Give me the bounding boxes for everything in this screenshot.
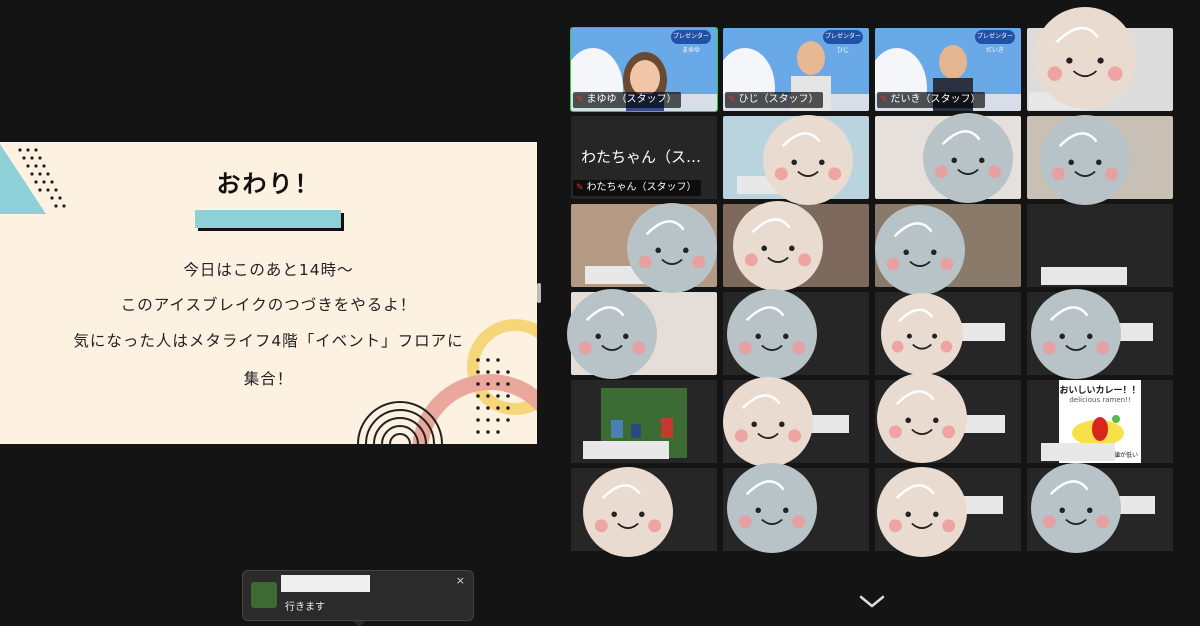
video-tile-participant-21[interactable] <box>571 468 717 551</box>
video-tile-participant-20[interactable]: おいしいカレー！！ delicious ramen!! 価値が低い <box>1027 380 1173 463</box>
participant-name: だいき（スタッフ） <box>890 94 981 105</box>
slide-line-1: 今日はこのあと14時～ <box>183 261 354 279</box>
redacted-name <box>1107 496 1155 514</box>
participant-name-tag: ✎ だいき（スタッフ） <box>877 92 985 108</box>
curry-card-title: おいしいカレー！！ <box>1059 386 1141 396</box>
chat-notification[interactable]: 行きます × <box>242 570 474 626</box>
chat-message: 行きます <box>285 602 325 613</box>
video-tile-hiji[interactable]: プレゼンター ひじ ✎ ひじ（スタッフ） <box>723 28 869 111</box>
video-tile-participant-13[interactable] <box>571 292 717 375</box>
chevron-down-icon[interactable] <box>858 593 886 609</box>
toast-pointer <box>353 621 365 626</box>
mic-muted-icon: ✎ <box>576 94 584 105</box>
slide-title-underline <box>195 210 341 228</box>
video-tile-participant-9[interactable] <box>571 204 717 287</box>
participant-name-tag: ✎ まゆゆ（スタッフ） <box>573 92 681 108</box>
video-tile-participant-16[interactable] <box>1027 292 1173 375</box>
video-tile-daiki[interactable]: プレゼンター だいき ✎ だいき（スタッフ） <box>875 28 1021 111</box>
video-tile-participant-7[interactable] <box>875 116 1021 199</box>
mic-muted-icon: ✎ <box>728 94 736 105</box>
video-tile-participant-10[interactable] <box>723 204 869 287</box>
video-tile-participant-11[interactable] <box>875 204 1021 287</box>
video-tile-participant-4[interactable] <box>1027 28 1173 111</box>
video-tile-participant-22[interactable] <box>723 468 869 551</box>
redacted-name <box>1029 92 1085 110</box>
slide-title: おわり！ <box>216 170 321 198</box>
redacted-name <box>583 441 669 459</box>
video-tile-participant-24[interactable] <box>1027 468 1173 551</box>
video-tile-participant-17[interactable] <box>571 380 717 463</box>
video-tile-participant-15[interactable] <box>875 292 1021 375</box>
participant-big-name: わたちゃん（ス… <box>581 148 702 166</box>
participant-name-tag: ✎ ひじ（スタッフ） <box>725 92 823 108</box>
video-tile-participant-18[interactable] <box>723 380 869 463</box>
redacted-name <box>737 176 807 194</box>
mic-muted-icon: ✎ <box>576 182 584 193</box>
video-tile-mayuyu[interactable]: プレゼンター まゆゆ ✎ まゆゆ（スタッフ） <box>570 27 718 112</box>
redacted-name <box>1097 323 1153 341</box>
participant-name: わたちゃん（スタッフ） <box>586 182 697 193</box>
video-tile-watachan[interactable]: わたちゃん（ス… ✎ わたちゃん（スタッフ） <box>571 116 717 199</box>
shared-slide: おわり！ 今日はこのあと14時～ このアイスブレイクのつづきをやるよ！ 気になっ… <box>0 142 537 444</box>
participant-name: ひじ（スタッフ） <box>738 94 819 105</box>
sender-avatar <box>251 582 277 608</box>
presenter-badge: プレゼンター ひじ <box>823 30 863 54</box>
video-tile-participant-19[interactable] <box>875 380 1021 463</box>
video-tile-participant-6[interactable] <box>723 116 869 199</box>
redacted-name <box>585 266 647 284</box>
video-tile-participant-14[interactable] <box>723 292 869 375</box>
redacted-name <box>961 415 1005 433</box>
video-gallery: プレゼンター まゆゆ ✎ まゆゆ（スタッフ） プレゼンター ひじ ✎ ひじ（スタッフ… <box>570 27 1173 551</box>
video-tile-participant-23[interactable] <box>875 468 1021 551</box>
curry-card-subtitle: delicious ramen!! <box>1069 396 1131 404</box>
presenter-badge: プレゼンター だいき <box>975 30 1015 54</box>
video-tile-participant-12[interactable] <box>1027 204 1173 287</box>
redacted-name <box>955 323 1005 341</box>
close-icon[interactable]: × <box>456 574 465 587</box>
presenter-badge: プレゼンター まゆゆ <box>671 30 711 54</box>
split-view-resize-handle[interactable] <box>537 283 541 303</box>
video-tile-participant-8[interactable] <box>1027 116 1173 199</box>
participant-name: まゆゆ（スタッフ） <box>586 94 677 105</box>
redacted-name <box>1041 267 1127 285</box>
redacted-name <box>809 415 849 433</box>
redacted-sender-name <box>281 575 370 592</box>
participant-name-tag: ✎ わたちゃん（スタッフ） <box>573 180 701 196</box>
mic-muted-icon: ✎ <box>880 94 888 105</box>
slide-decoration-circles <box>357 319 537 444</box>
redacted-name <box>955 496 1003 514</box>
redacted-name <box>1041 443 1115 461</box>
